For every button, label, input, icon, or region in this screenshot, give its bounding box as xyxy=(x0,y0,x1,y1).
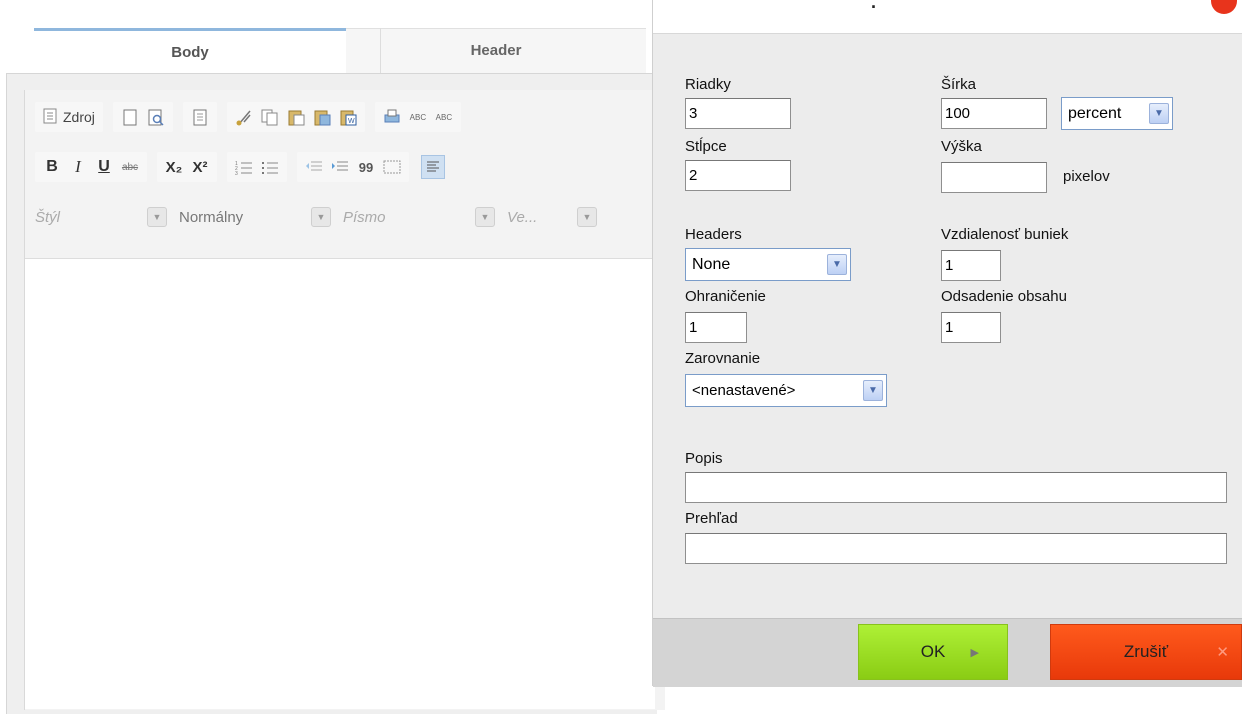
toolbar-group-lists: 123 xyxy=(227,152,287,182)
cut-icon[interactable] xyxy=(233,106,255,128)
font-combo[interactable]: Písmo ▼ xyxy=(343,202,495,232)
toolbar-group-source: Zdroj xyxy=(35,102,103,132)
outdent-icon[interactable] xyxy=(303,156,325,178)
tab-divider xyxy=(380,28,381,74)
copy-icon[interactable] xyxy=(259,106,281,128)
columns-input[interactable] xyxy=(685,160,791,191)
font-size-combo[interactable]: Ve... ▼ xyxy=(507,202,597,232)
rows-input[interactable] xyxy=(685,98,791,129)
svg-text:3: 3 xyxy=(235,171,238,175)
bulleted-list-icon[interactable] xyxy=(259,156,281,178)
format-combo[interactable]: Normálny ▼ xyxy=(179,202,331,232)
italic-button[interactable]: I xyxy=(67,156,89,178)
strike-button[interactable]: abc xyxy=(119,156,141,178)
width-unit-select[interactable]: percent ▼ xyxy=(1061,97,1173,130)
toolbar-group-indent: 99 xyxy=(297,152,409,182)
editor-tabs: Body Header xyxy=(34,28,674,75)
tab-body[interactable]: Body xyxy=(34,28,346,75)
templates-icon[interactable] xyxy=(189,106,211,128)
editor-content-area[interactable] xyxy=(25,258,655,709)
document-icon xyxy=(43,108,57,127)
new-page-icon[interactable] xyxy=(119,106,141,128)
spellcheck-icon[interactable]: ABC xyxy=(407,106,429,128)
chevron-down-icon: ▼ xyxy=(311,207,331,227)
dialog-footer: OK ▶ Zrušiť ✕ xyxy=(653,618,1242,687)
tab-header[interactable]: Header xyxy=(346,28,646,73)
preview-icon[interactable] xyxy=(145,106,167,128)
svg-text:W: W xyxy=(348,118,355,125)
paste-icon[interactable] xyxy=(285,106,307,128)
source-button[interactable]: Zdroj xyxy=(39,108,99,127)
paste-text-icon[interactable] xyxy=(311,106,333,128)
caption-label: Popis xyxy=(685,450,723,467)
width-label: Šírka xyxy=(941,76,977,93)
border-input[interactable] xyxy=(685,312,747,343)
toolbar-row-1: Zdroj W ABC ABC xyxy=(35,100,471,134)
toolbar-row-2: B I U abc X₂ X² 123 99 xyxy=(35,150,447,184)
summary-label: Prehľad xyxy=(685,510,738,527)
paste-word-icon[interactable]: W xyxy=(337,106,359,128)
chevron-down-icon: ▼ xyxy=(827,254,847,275)
close-x-icon: ✕ xyxy=(1216,644,1229,661)
cell-spacing-input[interactable] xyxy=(941,250,1001,281)
cell-padding-input[interactable] xyxy=(941,312,1001,343)
border-label: Ohraničenie xyxy=(685,288,766,305)
height-input[interactable] xyxy=(941,162,1047,193)
columns-label: Stĺpce xyxy=(685,138,727,155)
bold-button[interactable]: B xyxy=(41,156,63,178)
chevron-down-icon: ▼ xyxy=(863,380,883,401)
cancel-label: Zrušiť xyxy=(1123,642,1169,661)
chevron-down-icon: ▼ xyxy=(147,207,167,227)
create-div-icon[interactable] xyxy=(381,156,403,178)
chevron-down-icon: ▼ xyxy=(475,207,495,227)
alignment-label: Zarovnanie xyxy=(685,350,761,367)
rows-label: Riadky xyxy=(685,76,731,93)
underline-button[interactable]: U xyxy=(93,156,115,178)
ok-label: OK xyxy=(920,642,946,661)
table-properties-dialog: . Riadky Stĺpce Šírka percent ▼ Výška pi… xyxy=(652,0,1242,687)
width-input[interactable] xyxy=(941,98,1047,129)
toolbar-group-script: X₂ X² xyxy=(157,152,217,182)
arrow-right-icon: ▶ xyxy=(970,646,979,659)
subscript-button[interactable]: X₂ xyxy=(163,156,185,178)
caption-input[interactable] xyxy=(685,472,1227,503)
toolbar-group-spell: ABC ABC xyxy=(374,102,461,132)
cancel-button[interactable]: Zrušiť ✕ xyxy=(1050,624,1242,680)
numbered-list-icon[interactable]: 123 xyxy=(233,156,255,178)
toolbar-group-basic-styles: B I U abc xyxy=(35,152,147,182)
dialog-title-fragment: . xyxy=(871,0,877,12)
close-icon[interactable] xyxy=(1211,0,1237,14)
alignment-select[interactable]: <nenastavené> ▼ xyxy=(685,374,887,407)
blockquote-icon[interactable]: 99 xyxy=(355,156,377,178)
source-label: Zdroj xyxy=(63,109,95,125)
ok-button[interactable]: OK ▶ xyxy=(858,624,1008,680)
chevron-down-icon: ▼ xyxy=(577,207,597,227)
cell-spacing-label: Vzdialenosť buniek xyxy=(941,226,1069,243)
style-combo[interactable]: Štýl ▼ xyxy=(35,202,167,232)
print-icon[interactable] xyxy=(381,106,403,128)
cell-padding-label: Odsadenie obsahu xyxy=(941,288,1067,305)
headers-label: Headers xyxy=(685,226,742,243)
spellcheck-as-you-type-icon[interactable]: ABC xyxy=(433,106,455,128)
dialog-titlebar: . xyxy=(653,0,1242,34)
toolbar-row-3: Štýl ▼ Normálny ▼ Písmo ▼ Ve... ▼ xyxy=(35,200,609,234)
toolbar-group-clipboard: W xyxy=(226,102,365,132)
indent-icon[interactable] xyxy=(329,156,351,178)
chevron-down-icon: ▼ xyxy=(1149,103,1169,124)
height-unit-label: pixelov xyxy=(1063,168,1110,185)
height-label: Výška xyxy=(941,138,982,155)
toolbar-group-templates xyxy=(182,102,217,132)
headers-select[interactable]: None ▼ xyxy=(685,248,851,281)
superscript-button[interactable]: X² xyxy=(189,156,211,178)
toolbar-group-document xyxy=(112,102,173,132)
summary-input[interactable] xyxy=(685,533,1227,564)
align-left-button[interactable] xyxy=(421,155,445,179)
